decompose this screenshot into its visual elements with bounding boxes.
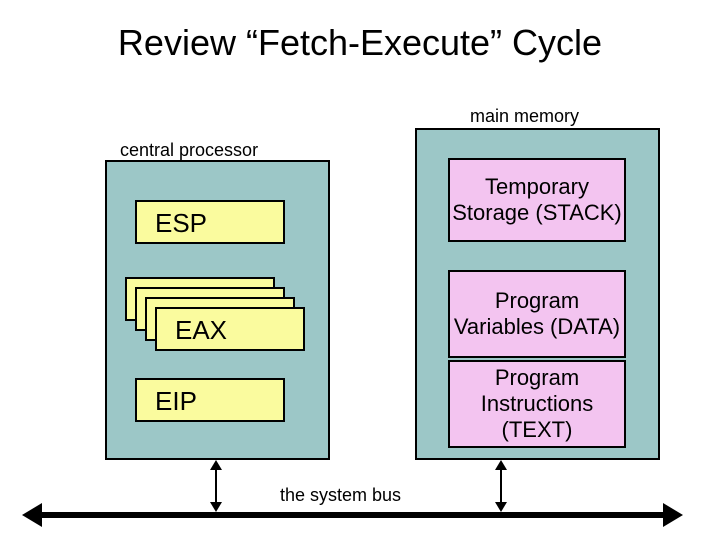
system-bus-label: the system bus [280, 485, 401, 506]
memory-segment-stack: Temporary Storage (STACK) [448, 158, 626, 242]
register-eip: EIP [135, 378, 285, 422]
page-title: Review “Fetch-Execute” Cycle [0, 22, 720, 64]
register-esp: ESP [135, 200, 285, 244]
system-bus-arrow [40, 512, 665, 518]
memory-segment-data: Program Variables (DATA) [448, 270, 626, 358]
central-processor-label: central processor [120, 140, 258, 161]
cpu-bus-connector [215, 468, 217, 504]
memory-segment-text: Program Instructions (TEXT) [448, 360, 626, 448]
memory-bus-connector [500, 468, 502, 504]
register-eax: EAX [155, 307, 305, 351]
main-memory-label: main memory [470, 106, 579, 127]
